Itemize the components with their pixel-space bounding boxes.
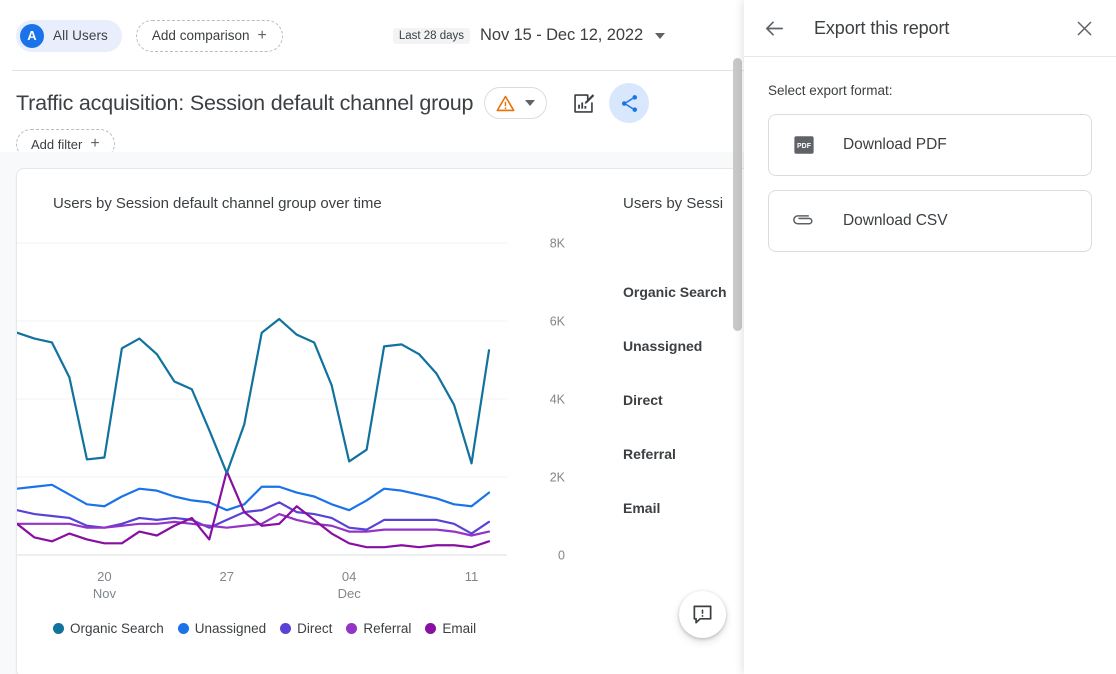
report-area: A All Users Add comparison + Last 28 day… (0, 0, 746, 674)
legend-item-referral[interactable]: Referral (346, 621, 411, 636)
series-line-unassigned (17, 485, 489, 510)
plus-icon: + (257, 28, 266, 44)
close-button[interactable] (1068, 13, 1100, 45)
page-title: Traffic acquisition: Session default cha… (16, 91, 473, 116)
channel-detail-pane: Users by Sessi Organic Search Unassigned… (599, 169, 746, 674)
top-bar: A All Users Add comparison + Last 28 day… (0, 0, 746, 71)
download-pdf-label: Download PDF (843, 136, 947, 154)
chart-title: Users by Session default channel group o… (53, 195, 599, 212)
y-axis-tick-label: 8K (550, 237, 566, 251)
x-axis-tick-label: 11 (465, 569, 479, 584)
edit-chart-icon (572, 92, 595, 115)
legend-label: Direct (297, 621, 332, 636)
panel-body: Select export format: PDF Download PDF D… (744, 57, 1116, 252)
list-item[interactable]: Organic Search (623, 265, 746, 319)
channel-list: Organic Search Unassigned Direct Referra… (623, 265, 746, 535)
panel-title: Export this report (814, 18, 949, 39)
avatar: A (20, 24, 44, 48)
audience-label: All Users (53, 28, 108, 43)
close-icon (1074, 18, 1095, 39)
legend-label: Referral (363, 621, 411, 636)
legend-color-dot (280, 623, 291, 634)
x-axis-month-label: Nov (93, 586, 117, 601)
analytics-app: A All Users Add comparison + Last 28 day… (0, 0, 1116, 674)
y-axis-tick-label: 0 (558, 549, 565, 563)
legend-item-direct[interactable]: Direct (280, 621, 332, 636)
audience-chip-all-users[interactable]: A All Users (16, 20, 122, 52)
y-axis-tick-label: 2K (550, 471, 566, 485)
channel-label: Direct (623, 392, 663, 408)
download-pdf-button[interactable]: PDF Download PDF (768, 114, 1092, 176)
y-axis-tick-label: 6K (550, 315, 566, 329)
export-format-label: Select export format: (768, 83, 1092, 98)
title-actions (567, 83, 649, 123)
list-item[interactable]: Referral (623, 427, 746, 481)
main-scrollbar[interactable] (732, 0, 744, 674)
legend-label: Unassigned (195, 621, 266, 636)
export-report-panel: Export this report Select export format:… (744, 0, 1116, 674)
channel-label: Organic Search (623, 284, 727, 300)
plus-icon: + (90, 136, 99, 152)
series-line-organic-search (17, 319, 489, 473)
x-axis-tick-label: 27 (220, 569, 234, 584)
side-pane-title: Users by Sessi (623, 195, 746, 212)
back-button[interactable] (758, 13, 790, 45)
arrow-back-icon (763, 17, 786, 40)
chevron-down-icon (525, 100, 535, 106)
scrollbar-thumb[interactable] (733, 58, 742, 331)
title-row: Traffic acquisition: Session default cha… (0, 71, 746, 119)
channel-label: Email (623, 500, 660, 516)
x-axis-month-label: Dec (338, 586, 362, 601)
feedback-icon (691, 603, 714, 626)
legend-label: Organic Search (70, 621, 164, 636)
warning-triangle-icon (496, 95, 515, 112)
legend-color-dot (346, 623, 357, 634)
date-preset-badge: Last 28 days (393, 28, 470, 44)
list-item[interactable]: Email (623, 481, 746, 535)
svg-text:PDF: PDF (797, 143, 811, 150)
date-range-selector[interactable]: Last 28 days Nov 15 - Dec 12, 2022 (393, 26, 665, 45)
legend-item-unassigned[interactable]: Unassigned (178, 621, 266, 636)
list-item[interactable]: Unassigned (623, 319, 746, 373)
chart-svg: 0 2K 4K 6K 8K 20 Nov 27 04 Dec 11 (17, 227, 577, 627)
x-axis-tick-label: 04 (342, 569, 356, 584)
paperclip-icon (793, 210, 815, 232)
pdf-file-icon: PDF (793, 134, 815, 156)
series-line-email (17, 471, 489, 547)
edit-chart-button[interactable] (567, 87, 599, 119)
channel-label: Referral (623, 446, 676, 462)
date-range-label: Nov 15 - Dec 12, 2022 (480, 26, 643, 45)
add-comparison-label: Add comparison (152, 28, 250, 43)
legend-item-email[interactable]: Email (425, 621, 476, 636)
legend-color-dot (178, 623, 189, 634)
chevron-down-icon[interactable] (655, 33, 665, 39)
share-icon (619, 93, 640, 114)
legend-item-organic-search[interactable]: Organic Search (53, 621, 164, 636)
report-content: Users by Session default channel group o… (0, 152, 746, 674)
download-csv-label: Download CSV (843, 212, 948, 230)
legend-color-dot (53, 623, 64, 634)
channel-label: Unassigned (623, 338, 702, 354)
chart-legend: Organic Search Unassigned Direct Re (53, 621, 476, 636)
data-warning-dropdown[interactable] (484, 87, 547, 119)
x-axis-tick-label: 20 (97, 569, 111, 584)
share-button[interactable] (609, 83, 649, 123)
list-item[interactable]: Direct (623, 373, 746, 427)
y-axis-tick-label: 4K (550, 393, 566, 407)
add-filter-label: Add filter (31, 137, 82, 152)
download-csv-button[interactable]: Download CSV (768, 190, 1092, 252)
feedback-button[interactable] (679, 591, 726, 638)
legend-color-dot (425, 623, 436, 634)
legend-label: Email (442, 621, 476, 636)
chart-pane: Users by Session default channel group o… (17, 169, 599, 674)
line-chart[interactable]: 0 2K 4K 6K 8K 20 Nov 27 04 Dec 11 (17, 227, 577, 627)
add-comparison-button[interactable]: Add comparison + (136, 20, 283, 52)
panel-header: Export this report (744, 0, 1116, 57)
chart-card: Users by Session default channel group o… (16, 168, 746, 674)
